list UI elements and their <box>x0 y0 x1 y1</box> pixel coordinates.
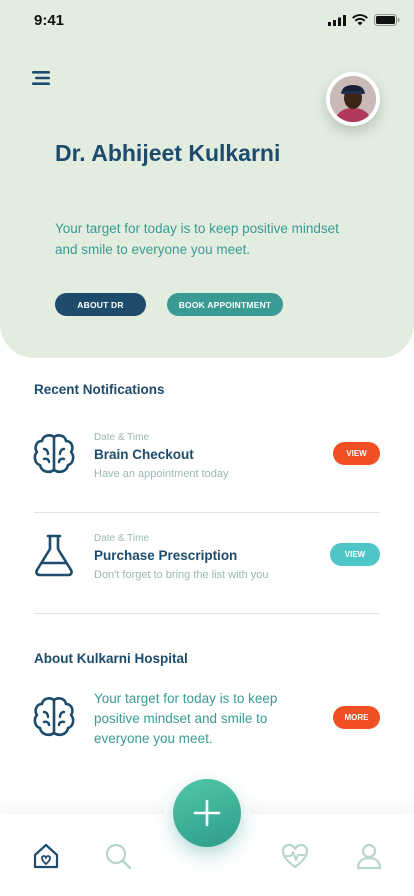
brain-icon <box>33 434 75 474</box>
list-item[interactable]: Date & Time Brain Checkout Have an appoi… <box>32 432 382 492</box>
avatar-photo <box>330 76 376 122</box>
add-button[interactable] <box>173 779 241 847</box>
status-time: 9:41 <box>34 12 65 29</box>
plus-icon <box>193 799 221 827</box>
home-icon[interactable] <box>32 842 60 870</box>
search-icon[interactable] <box>104 842 132 870</box>
notification-meta: Date & Time <box>94 432 150 443</box>
view-button[interactable]: VIEW <box>333 442 380 465</box>
tagline: Your target for today is to keep positiv… <box>55 221 339 257</box>
divider <box>34 613 380 614</box>
notifications-title: Recent Notifications <box>34 382 165 397</box>
view-button[interactable]: VIEW <box>330 543 380 566</box>
signal-icon <box>328 14 346 26</box>
about-title: About Kulkarni Hospital <box>34 651 188 666</box>
profile-icon[interactable] <box>355 842 383 870</box>
about-text: Your target for today is to keep positiv… <box>94 691 278 746</box>
notification-title: Purchase Prescription <box>94 548 238 563</box>
notification-meta: Date & Time <box>94 533 150 544</box>
doctor-name: Dr. Abhijeet Kulkarni <box>55 140 281 166</box>
list-item[interactable]: Date & Time Purchase Prescription Don't … <box>32 533 382 593</box>
battery-icon <box>374 14 400 26</box>
brain-icon <box>33 697 75 737</box>
status-icons <box>328 14 400 26</box>
notification-subtitle: Have an appointment today <box>94 468 229 480</box>
notification-subtitle: Don't forget to bring the list with you <box>94 569 269 581</box>
notification-title: Brain Checkout <box>94 447 194 462</box>
menu-icon[interactable] <box>32 70 54 86</box>
heart-pulse-icon[interactable] <box>281 842 309 870</box>
avatar[interactable] <box>326 72 380 126</box>
flask-icon <box>35 534 73 577</box>
about-dr-button[interactable]: ABOUT DR <box>55 293 146 316</box>
wifi-icon <box>352 14 368 26</box>
more-button[interactable]: MORE <box>333 706 380 729</box>
book-appointment-button[interactable]: BOOK APPOINTMENT <box>167 293 283 316</box>
divider <box>34 512 380 513</box>
